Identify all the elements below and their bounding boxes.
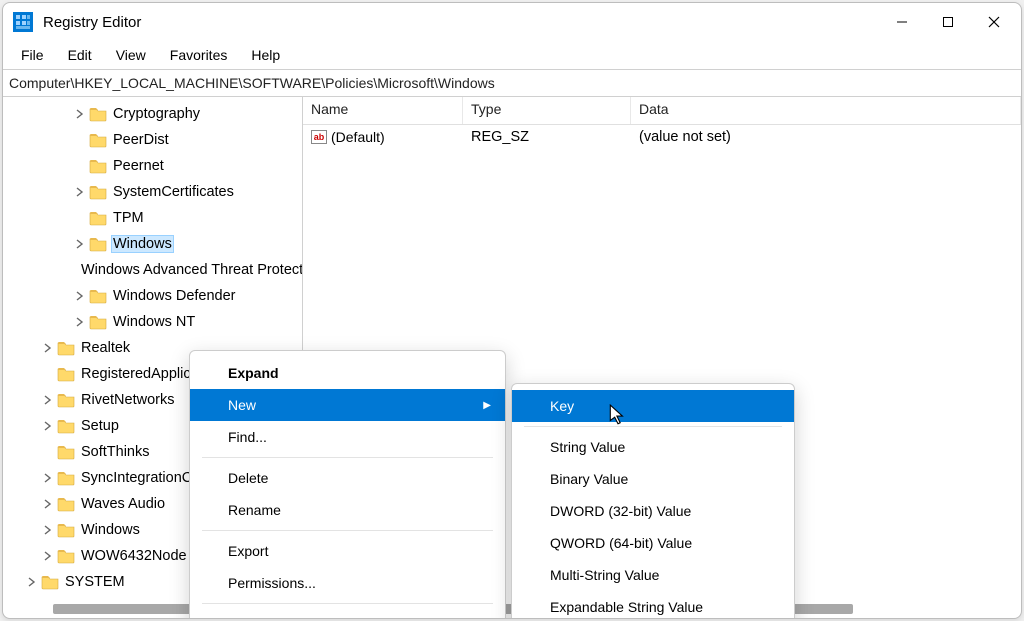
- chevron-right-icon[interactable]: [73, 107, 87, 121]
- ctx-new-key[interactable]: Key: [512, 390, 794, 422]
- tree-item[interactable]: Windows Advanced Threat Protection: [3, 257, 302, 283]
- tree-item[interactable]: Peernet: [3, 153, 302, 179]
- separator: [524, 426, 782, 427]
- tree-item-label: Windows Advanced Threat Protection: [79, 261, 302, 279]
- value-type: REG_SZ: [463, 129, 631, 145]
- context-menu: Expand New▶ Find... Delete Rename Export…: [189, 350, 506, 618]
- tree-item-label: SystemCertificates: [111, 183, 236, 201]
- tree-item-label: Windows NT: [111, 313, 197, 331]
- menubar: File Edit View Favorites Help: [3, 41, 1021, 69]
- separator: [202, 530, 493, 531]
- tree-item-label: Windows Defender: [111, 287, 238, 305]
- tree-item[interactable]: PeerDist: [3, 127, 302, 153]
- maximize-button[interactable]: [925, 7, 971, 37]
- chevron-right-icon[interactable]: [73, 237, 87, 251]
- tree-item-label: Waves Audio: [79, 495, 167, 513]
- minimize-button[interactable]: [879, 7, 925, 37]
- tree-item-label: Windows: [79, 521, 142, 539]
- tree-item-label: Realtek: [79, 339, 132, 357]
- chevron-right-icon[interactable]: [41, 523, 55, 537]
- chevron-right-icon[interactable]: [41, 341, 55, 355]
- registry-editor-window: Registry Editor File Edit View Favorites…: [2, 2, 1022, 619]
- value-row[interactable]: ab (Default) REG_SZ(value not set): [303, 125, 1021, 149]
- column-name[interactable]: Name: [303, 97, 463, 124]
- menu-help[interactable]: Help: [241, 44, 290, 66]
- values-header: Name Type Data: [303, 97, 1021, 125]
- tree-item-label: Windows: [111, 235, 174, 253]
- tree-item-label: SoftThinks: [79, 443, 152, 461]
- chevron-right-icon[interactable]: [41, 549, 55, 563]
- ctx-new-binary[interactable]: Binary Value: [512, 463, 794, 495]
- tree-item[interactable]: Cryptography: [3, 101, 302, 127]
- window-title: Registry Editor: [43, 14, 141, 31]
- tree-item[interactable]: TPM: [3, 205, 302, 231]
- ctx-new-expstring[interactable]: Expandable String Value: [512, 591, 794, 618]
- string-value-icon: ab: [311, 130, 327, 144]
- chevron-right-icon[interactable]: [73, 315, 87, 329]
- menu-edit[interactable]: Edit: [58, 44, 102, 66]
- chevron-right-icon[interactable]: [73, 289, 87, 303]
- ctx-new-string[interactable]: String Value: [512, 431, 794, 463]
- menu-favorites[interactable]: Favorites: [160, 44, 238, 66]
- address-bar[interactable]: Computer\HKEY_LOCAL_MACHINE\SOFTWARE\Pol…: [3, 69, 1021, 97]
- chevron-right-icon[interactable]: [41, 497, 55, 511]
- content-area: Cryptography PeerDist Peernet SystemCertifi…: [3, 97, 1021, 618]
- app-icon: [13, 12, 33, 32]
- ctx-export[interactable]: Export: [190, 535, 505, 567]
- ctx-find[interactable]: Find...: [190, 421, 505, 453]
- tree-item-label: Cryptography: [111, 105, 202, 123]
- ctx-permissions[interactable]: Permissions...: [190, 567, 505, 599]
- ctx-rename[interactable]: Rename: [190, 494, 505, 526]
- column-type[interactable]: Type: [463, 97, 631, 124]
- tree-item-label: TPM: [111, 209, 146, 227]
- tree-item[interactable]: Windows: [3, 231, 302, 257]
- ctx-new[interactable]: New▶: [190, 389, 505, 421]
- chevron-right-icon[interactable]: [25, 575, 39, 589]
- tree-item-label: RivetNetworks: [79, 391, 176, 409]
- separator: [202, 603, 493, 604]
- separator: [202, 457, 493, 458]
- tree-item[interactable]: Windows NT: [3, 309, 302, 335]
- ctx-copy-key-name[interactable]: Copy Key Name: [190, 608, 505, 618]
- ctx-new-dword[interactable]: DWORD (32-bit) Value: [512, 495, 794, 527]
- tree-item-label: Setup: [79, 417, 121, 435]
- titlebar: Registry Editor: [3, 3, 1021, 41]
- menu-view[interactable]: View: [106, 44, 156, 66]
- tree-item-label: SYSTEM: [63, 573, 127, 591]
- ctx-new-multistring[interactable]: Multi-String Value: [512, 559, 794, 591]
- value-name: (Default): [331, 129, 385, 145]
- tree-item-label: Peernet: [111, 157, 166, 175]
- ctx-delete[interactable]: Delete: [190, 462, 505, 494]
- chevron-right-icon[interactable]: [41, 471, 55, 485]
- chevron-right-icon: ▶: [483, 400, 491, 411]
- tree-item[interactable]: Windows Defender: [3, 283, 302, 309]
- chevron-right-icon[interactable]: [73, 185, 87, 199]
- ctx-new-qword[interactable]: QWORD (64-bit) Value: [512, 527, 794, 559]
- chevron-right-icon[interactable]: [41, 393, 55, 407]
- close-button[interactable]: [971, 7, 1017, 37]
- value-data: (value not set): [631, 129, 1021, 145]
- context-submenu-new: Key String Value Binary Value DWORD (32-…: [511, 383, 795, 618]
- address-text: Computer\HKEY_LOCAL_MACHINE\SOFTWARE\Pol…: [9, 75, 495, 91]
- tree-item[interactable]: SystemCertificates: [3, 179, 302, 205]
- tree-item-label: PeerDist: [111, 131, 171, 149]
- column-data[interactable]: Data: [631, 97, 1021, 124]
- tree-item-label: WOW6432Node: [79, 547, 189, 565]
- ctx-expand[interactable]: Expand: [190, 357, 505, 389]
- menu-file[interactable]: File: [11, 44, 54, 66]
- chevron-right-icon[interactable]: [41, 419, 55, 433]
